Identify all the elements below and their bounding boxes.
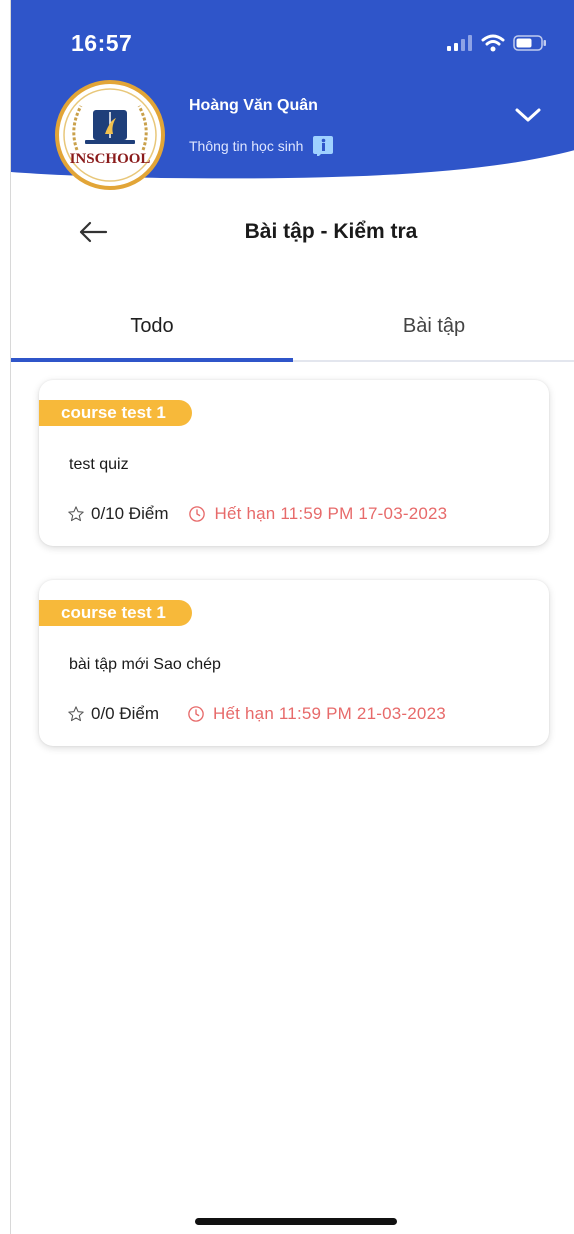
status-icons [447,34,547,52]
assignment-card[interactable]: course test 1 test quiz 0/10 Điểm Hết hạ… [39,380,549,546]
clock-icon [189,506,206,522]
tab-bar: Todo Bài tập [11,292,574,362]
home-indicator[interactable] [195,1218,397,1225]
assignment-meta: 0/10 Điểm Hết hạn 11:59 PM 17-03-2023 [67,504,447,524]
tab-todo[interactable]: Todo [11,292,293,362]
logo-text: INSCHOOL [70,151,151,167]
star-icon [68,706,84,722]
star-icon [68,506,84,522]
info-icon[interactable] [313,136,334,156]
student-info-label: Thông tin học sinh [189,138,304,154]
deadline: Hết hạn 11:59 PM 17-03-2023 [188,504,447,524]
course-tag: course test 1 [39,400,192,426]
deadline-text: Hết hạn 11:59 PM 17-03-2023 [214,504,448,523]
score: 0/10 Điểm [67,504,168,524]
chevron-down-icon[interactable] [513,104,543,126]
app-screen: 16:57 INSCHOOL Hoàng Văn Quân Thông tin … [10,0,574,1234]
wifi-icon [481,34,505,52]
school-logo: INSCHOOL [55,80,165,190]
cellular-signal-icon [447,35,472,51]
user-name: Hoàng Văn Quân [189,97,318,114]
student-info-link[interactable]: Thông tin học sinh [189,136,334,156]
deadline: Hết hạn 11:59 PM 21-03-2023 [187,704,446,724]
assignment-meta: 0/0 Điểm Hết hạn 11:59 PM 21-03-2023 [67,704,446,724]
tab-bai-tap[interactable]: Bài tập [293,292,574,360]
score-text: 0/0 Điểm [91,704,160,723]
assignment-title: bài tập mới Sao chép [69,656,221,673]
assignment-title: test quiz [69,456,129,473]
status-time: 16:57 [71,30,133,56]
score-text: 0/10 Điểm [91,504,169,523]
assignment-card[interactable]: course test 1 bài tập mới Sao chép 0/0 Đ… [39,580,549,746]
course-tag: course test 1 [39,600,192,626]
profile-header: 16:57 INSCHOOL Hoàng Văn Quân Thông tin … [11,0,574,200]
deadline-text: Hết hạn 11:59 PM 21-03-2023 [213,704,446,723]
score: 0/0 Điểm [67,704,159,724]
page-title: Bài tập - Kiểm tra [244,220,418,243]
battery-icon [513,35,546,51]
clock-icon [188,706,204,722]
